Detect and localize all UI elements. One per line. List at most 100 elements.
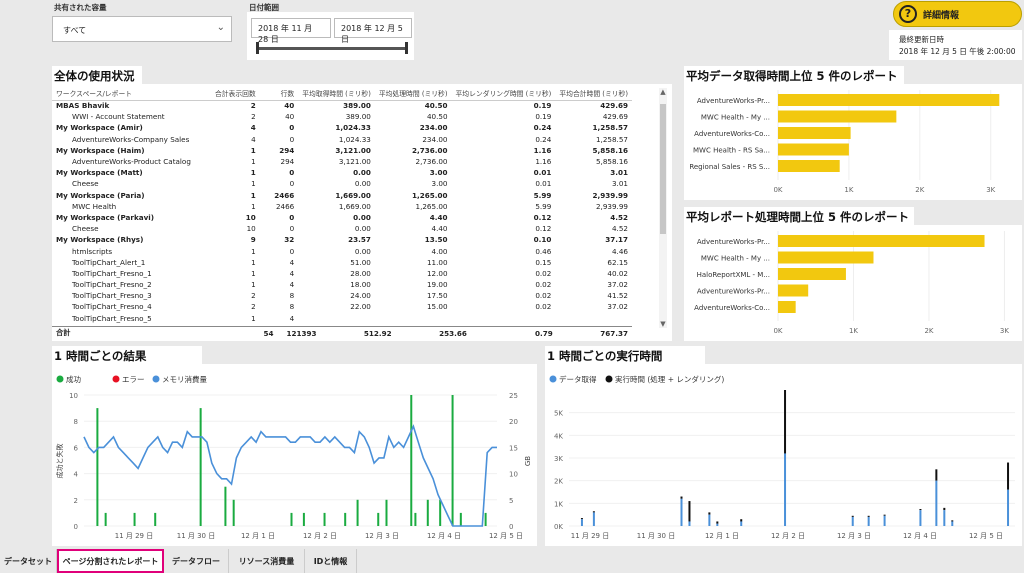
table-cell: 0.00 — [353, 212, 371, 222]
capacity-label: 共有された容量 — [54, 3, 107, 12]
date-slider-handle-start[interactable] — [256, 42, 259, 54]
table-cell: 1,669.00 — [338, 201, 371, 211]
table-cell: 1 — [251, 257, 256, 267]
table-cell: 1.16 — [533, 145, 552, 155]
table-row[interactable]: AdventureWorks-Company Sales 4 0 1,024.33 23… — [52, 134, 632, 145]
table-row[interactable]: Cheese 1 0 0.00 3.00 0.01 3.01 — [52, 178, 632, 189]
table-cell: ToolTipChart_Fresno_2 — [72, 280, 152, 290]
table-cell: 1.16 — [535, 157, 552, 167]
tab-3[interactable]: リソース消費量 — [229, 549, 305, 573]
table-row[interactable]: My Workspace (Haim) 1 294 3,121.00 2,736.00 1… — [52, 145, 632, 156]
table-scrollbar[interactable]: ▲ ▼ — [659, 88, 667, 328]
table-cell: 3.00 — [429, 168, 448, 178]
table-cell: 4.00 — [431, 246, 448, 256]
table-cell: 294 — [280, 157, 295, 167]
table-cell: 2466 — [274, 190, 295, 200]
table-cell: 1 — [251, 280, 256, 290]
table-row[interactable]: ToolTipChart_Fresno_4 2 8 22.00 15.00 0.02 37.… — [52, 301, 632, 312]
memory-line — [83, 424, 497, 527]
table-cell: 5,858.16 — [592, 145, 628, 155]
scroll-down-icon[interactable]: ▼ — [659, 320, 667, 328]
table-cell: 429.69 — [600, 101, 628, 111]
table-cell: 19.00 — [426, 280, 448, 290]
column-header[interactable]: 平均処理時間 (ミリ秒) — [374, 86, 452, 101]
table-row[interactable]: My Workspace (Matt) 1 0 0.00 3.00 0.01 3.01 — [52, 167, 632, 178]
table-cell: 1,024.33 — [335, 123, 371, 133]
table-row[interactable]: AdventureWorks-Product Catalog 1 294 3,121.… — [52, 156, 632, 167]
usage-table: ワークスペース/レポート 合計表示回数 行数 平均取得時間 (ミリ秒) 平均処理時間 (… — [52, 86, 632, 324]
column-header[interactable]: 行数 — [259, 86, 299, 101]
table-cell: 41.52 — [607, 291, 628, 301]
total-cell: 0.79 — [470, 326, 557, 340]
fetch-bar — [740, 521, 743, 526]
table-cell: 0.00 — [354, 179, 371, 189]
table-cell: 40.02 — [607, 268, 628, 278]
x-tick-label: 1K — [844, 186, 853, 194]
tab-0[interactable]: データセット — [0, 549, 57, 573]
y-tick-label: 1K — [554, 500, 563, 508]
table-row[interactable]: ToolTipChart_Alert_1 1 4 51.00 11.00 0.15 62.1… — [52, 257, 632, 268]
table-cell: 2 — [250, 101, 256, 111]
scrollbar-thumb[interactable] — [660, 104, 666, 234]
table-row[interactable]: My Workspace (Amir) 4 0 1,024.33 234.00 0.24 1… — [52, 122, 632, 133]
table-cell: 389.00 — [345, 112, 371, 122]
capacity-dropdown[interactable]: すべて ⌄ — [52, 16, 232, 42]
date-start-input[interactable]: 2018 年 11 月 28 日 — [251, 18, 331, 44]
total-cell: 512.92 — [320, 326, 396, 340]
table-row[interactable]: ToolTipChart_Fresno_2 1 4 18.00 19.00 0.02 37.… — [52, 279, 632, 290]
tab-4[interactable]: IDと情報 — [305, 549, 357, 573]
table-row[interactable]: ToolTipChart_Fresno_1 1 4 28.00 12.00 0.02 40.… — [52, 268, 632, 279]
fetch-bar — [951, 521, 954, 526]
table-cell: My Workspace (Rhys) — [56, 235, 144, 245]
exec-bar — [688, 501, 691, 522]
y-tick-right: 15 — [509, 444, 518, 452]
date-slider-track[interactable] — [258, 47, 406, 50]
column-header[interactable]: 平均レンダリング時間 (ミリ秒) — [451, 86, 556, 101]
table-cell: 2,736.00 — [415, 157, 448, 167]
category-label: AdventureWorks-Co... — [694, 304, 770, 312]
column-header[interactable]: ワークスペース/レポート — [52, 86, 210, 101]
table-row[interactable]: MBAS Bhavik 2 40 389.00 40.50 0.19 429.69 — [52, 100, 632, 111]
column-header[interactable]: 平均取得時間 (ミリ秒) — [298, 86, 375, 101]
exec-bar — [740, 519, 743, 522]
table-cell: 234.00 — [422, 134, 448, 144]
x-tick-label: 2K — [924, 327, 933, 335]
success-bar — [439, 499, 442, 526]
table-cell: 37.02 — [607, 280, 628, 290]
date-slider-handle-end[interactable] — [405, 42, 408, 54]
success-bar — [377, 512, 380, 526]
tab-1[interactable]: ページ分割されたレポート — [57, 549, 164, 573]
category-label: MWC Health - RS Sa... — [693, 147, 770, 155]
date-end-input[interactable]: 2018 年 12 月 5 日 — [334, 18, 412, 44]
table-row[interactable]: Cheese 10 0 0.00 4.40 0.12 4.52 — [52, 223, 632, 234]
table-row[interactable]: ToolTipChart_Fresno_5 1 4 — [52, 313, 632, 324]
table-cell: MBAS Bhavik — [56, 101, 110, 111]
column-header[interactable]: 合計表示回数 — [209, 86, 260, 101]
bar — [778, 143, 849, 156]
table-cell: 2 — [251, 291, 256, 301]
bar — [778, 235, 985, 247]
table-row[interactable]: My Workspace (Rhys) 9 32 23.57 13.50 0.10 37.1… — [52, 234, 632, 245]
details-button[interactable]: ? 詳細情報 — [893, 1, 1022, 27]
column-header[interactable]: 平均合計時間 (ミリ秒) — [555, 86, 632, 101]
success-bar — [414, 512, 417, 526]
category-label: MWC Health - My ... — [701, 114, 770, 122]
table-row[interactable]: htmlscripts 1 0 0.00 4.00 0.46 4.46 — [52, 245, 632, 256]
table-cell: 13.50 — [424, 235, 448, 245]
y-tick-label: 2K — [554, 478, 563, 486]
y-axis-left-label: 成功と失敗 — [55, 444, 64, 479]
table-row[interactable]: My Workspace (Paria) 1 2466 1,669.00 1,265.0… — [52, 190, 632, 201]
table-row[interactable]: My Workspace (Parkavi) 10 0 0.00 4.40 0.12 4.5… — [52, 212, 632, 223]
table-row[interactable]: ToolTipChart_Fresno_3 2 8 24.00 17.50 0.02 41.… — [52, 290, 632, 301]
exec-bar — [716, 521, 719, 524]
success-bar — [410, 395, 413, 526]
scroll-up-icon[interactable]: ▲ — [659, 88, 667, 96]
success-bar — [484, 512, 487, 526]
table-cell: 40 — [284, 101, 295, 111]
table-cell: 37.17 — [605, 235, 628, 245]
table-row[interactable]: WWI - Account Statement 2 40 389.00 40.50 0.1… — [52, 111, 632, 122]
tab-2[interactable]: データフロー — [164, 549, 229, 573]
fetch-bar — [867, 516, 870, 526]
table-cell: 1 — [251, 268, 256, 278]
table-row[interactable]: MWC Health 1 2466 1,669.00 1,265.00 5.99 2,939… — [52, 201, 632, 212]
